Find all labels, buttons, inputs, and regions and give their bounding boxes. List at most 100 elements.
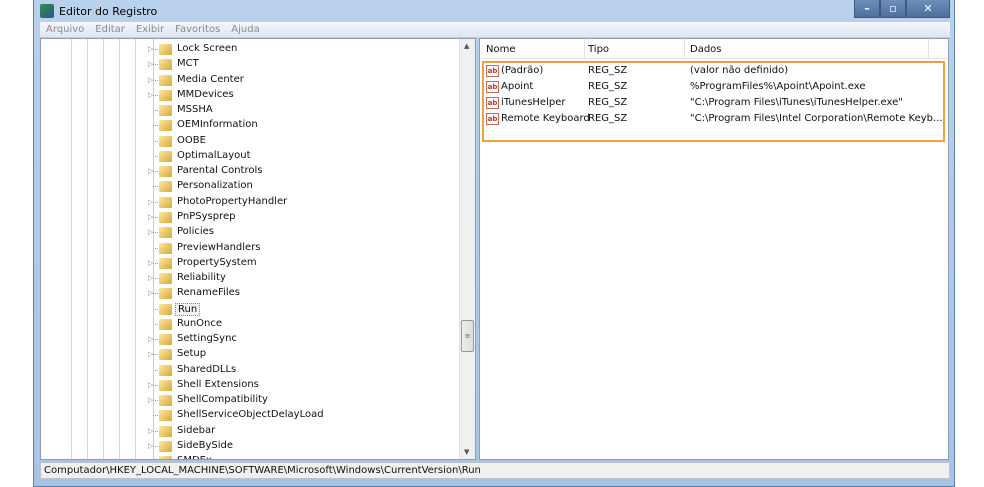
tree-node[interactable]: ▷ PhotoPropertyHandler: [41, 186, 461, 210]
tree-node-label: Policies: [177, 226, 214, 238]
tree-node-label: MSSHA: [177, 104, 213, 116]
tree-node-label: Run: [175, 302, 201, 316]
tree-node[interactable]: ▷ Parental Controls: [41, 156, 461, 179]
scroll-thumb[interactable]: ≡: [461, 320, 474, 352]
folder-icon: [159, 242, 172, 254]
list-row[interactable]: ab iTunesHelper REG_SZ "C:\Program Files\iT…: [484, 95, 944, 111]
menu-favoritos[interactable]: Favoritos: [175, 24, 220, 35]
tree-node-label: MCT: [177, 58, 199, 70]
value-type: REG_SZ: [588, 81, 628, 92]
scroll-up-arrow-icon[interactable]: ▲: [464, 42, 469, 50]
scroll-down-arrow-icon[interactable]: ▼: [464, 448, 469, 456]
tree-node[interactable]: ▷ MMDevices: [41, 79, 461, 103]
value-type: REG_SZ: [588, 97, 628, 108]
tree-node[interactable]: ShellServiceObjectDelayLoad: [41, 400, 461, 423]
value-name: (Padrão): [501, 65, 544, 76]
column-nome[interactable]: Nome: [486, 44, 516, 55]
folder-icon: [159, 135, 172, 147]
tree-node[interactable]: ▷ Setup: [41, 339, 461, 362]
column-tipo[interactable]: Tipo: [588, 44, 609, 55]
string-value-icon: ab: [486, 81, 499, 93]
menu-editar[interactable]: Editar: [95, 24, 125, 35]
folder-icon: [159, 211, 172, 223]
folder-icon: [159, 349, 172, 361]
string-value-icon: ab: [486, 65, 499, 77]
value-type: REG_SZ: [588, 65, 628, 76]
tree-node-label: MMDevices: [177, 88, 234, 100]
tree-node[interactable]: ▷ SettingSync: [41, 324, 461, 347]
tree-node-label: RenameFiles: [177, 287, 240, 299]
tree-node-label: Parental Controls: [177, 165, 263, 177]
tree-node-label: SideBySide: [177, 440, 234, 452]
tree-node[interactable]: Run: [41, 293, 461, 317]
tree-node[interactable]: RunOnce: [41, 308, 461, 332]
tree-node[interactable]: SMDEx: [41, 446, 461, 459]
tree-node[interactable]: ▷ MCT: [41, 49, 461, 72]
tree-node[interactable]: OEMInformation: [41, 110, 461, 133]
tree-node[interactable]: ▷ PnPSysprep: [41, 201, 461, 225]
folder-icon: [159, 410, 172, 422]
list-header: Nome Tipo Dados: [480, 39, 948, 59]
registry-tree: ▲ ≡ ▼ ▷ Lock Screen ▷ MCT ▷ Media Center ▷ MMDe…: [40, 38, 476, 460]
folder-icon: [159, 318, 172, 330]
tree-node-label: ShellServiceObjectDelayLoad: [177, 409, 324, 421]
menu-arquivo[interactable]: Arquivo: [46, 24, 84, 35]
folder-icon: [159, 105, 172, 117]
column-dados[interactable]: Dados: [690, 44, 722, 55]
tree-node[interactable]: Personalization: [41, 171, 461, 194]
close-button[interactable]: ✕: [906, 0, 950, 18]
tree-node[interactable]: ▷ ShellCompatibility: [41, 385, 461, 408]
tree-node-label: Personalization: [177, 180, 253, 192]
tree-node-label: Media Center: [177, 73, 244, 85]
tree-node[interactable]: SharedDLLs: [41, 354, 461, 378]
menu-ajuda[interactable]: Ajuda: [231, 24, 259, 35]
tree-scrollbar[interactable]: ▲ ≡ ▼: [459, 39, 475, 459]
tree-node-label: ShellCompatibility: [177, 394, 268, 406]
tree-node-label: PreviewHandlers: [177, 241, 261, 253]
folder-icon: [159, 441, 172, 453]
tree-node-label: PhotoPropertyHandler: [177, 195, 288, 207]
list-row[interactable]: ab Remote Keyboard REG_SZ "C:\Program Files…: [484, 111, 944, 127]
tree-node[interactable]: ▷ SideBySide: [41, 431, 461, 454]
value-type: REG_SZ: [588, 113, 628, 124]
folder-icon: [159, 334, 172, 346]
tree-node[interactable]: ▷ Media Center: [41, 64, 461, 88]
folder-icon: [159, 425, 172, 437]
tree-node[interactable]: OptimalLayout: [41, 140, 461, 164]
tree-node-label: Setup: [177, 348, 207, 360]
tree-node[interactable]: MSSHA: [41, 95, 461, 118]
folder-icon: [159, 364, 172, 376]
menu-exibir[interactable]: Exibir: [136, 24, 164, 35]
tree-node[interactable]: ▷ Reliability: [41, 263, 461, 286]
tree-node-label: SettingSync: [177, 333, 237, 345]
tree-node[interactable]: ▷ PropertySystem: [41, 247, 461, 271]
folder-icon: [159, 74, 172, 86]
tree-node[interactable]: ▷ Sidebar: [41, 415, 461, 439]
folder-icon: [159, 196, 172, 208]
tree-node[interactable]: OOBE: [41, 125, 461, 149]
folder-icon: [159, 59, 172, 71]
folder-icon: [159, 303, 172, 315]
menu-bar: Arquivo Editar Exibir Favoritos Ajuda: [40, 22, 950, 37]
value-name: iTunesHelper: [501, 97, 566, 108]
tree-node[interactable]: ▷ Lock Screen: [41, 39, 461, 57]
tree-node[interactable]: ▷ Policies: [41, 217, 461, 240]
list-row[interactable]: ab Apoint REG_SZ %ProgramFiles%\Apoint\Apoi…: [484, 79, 944, 95]
folder-icon: [159, 395, 172, 407]
folder-icon: [159, 257, 172, 269]
folder-icon: [159, 379, 172, 391]
tree-node[interactable]: ▷ RenameFiles: [41, 278, 461, 301]
folder-icon: [159, 288, 172, 300]
list-row[interactable]: ab (Padrão) REG_SZ (valor não definido): [484, 63, 944, 79]
folder-icon: [159, 273, 172, 285]
value-data: (valor não definido): [690, 65, 789, 76]
minimize-button[interactable]: –: [854, 0, 880, 18]
tree-node-label: Lock Screen: [177, 43, 238, 54]
tree-node[interactable]: ▷ Shell Extensions: [41, 369, 461, 393]
folder-icon: [159, 150, 172, 162]
folder-icon: [159, 181, 172, 193]
tree-node-label: SMDEx: [175, 455, 214, 459]
tree-node[interactable]: PreviewHandlers: [41, 232, 461, 256]
maximize-button[interactable]: ▫: [880, 0, 906, 18]
regedit-icon: [40, 4, 54, 18]
